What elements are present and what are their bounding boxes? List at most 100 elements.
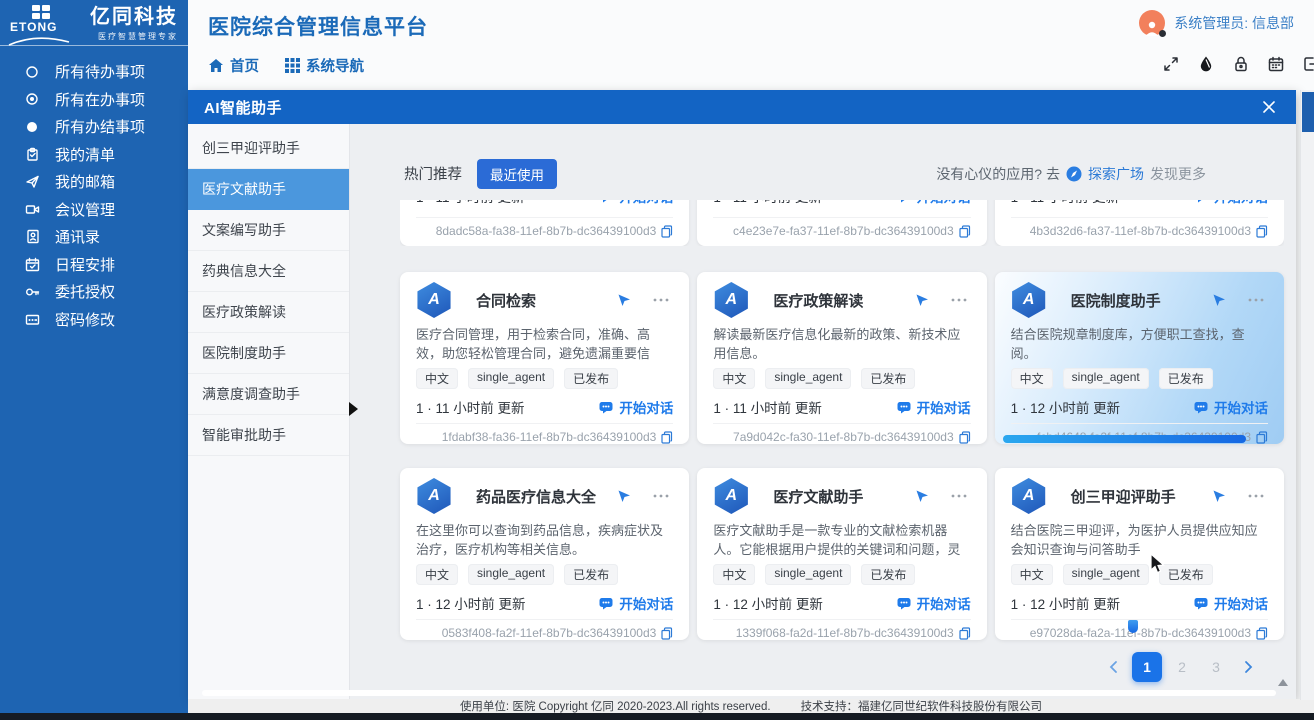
- sidebar-item-my-list[interactable]: 我的清单: [0, 141, 188, 169]
- menu-item-hospital-rules[interactable]: 医院制度助手: [188, 333, 349, 374]
- pagination-prev-icon[interactable]: [1100, 654, 1126, 680]
- start-chat-link[interactable]: 开始对话: [599, 593, 673, 613]
- sidebar-item-done-all[interactable]: 所有办结事项: [0, 113, 188, 141]
- agent-card-partial[interactable]: 1 · 11 小时前 更新 开始对话 8dadc58a-fa38-11ef-8b…: [400, 200, 689, 246]
- lock-icon[interactable]: [1230, 53, 1252, 75]
- agent-card-partial[interactable]: 1 · 11 小时前 更新 开始对话 4b3d32d6-fa37-11ef-8b…: [995, 200, 1284, 246]
- theme-droplet-icon[interactable]: [1195, 53, 1217, 75]
- menu-item-literature[interactable]: 医疗文献助手: [188, 169, 349, 210]
- copy-icon[interactable]: [959, 225, 971, 238]
- more-menu-icon[interactable]: [1248, 298, 1268, 302]
- fullscreen-icon[interactable]: [1160, 53, 1182, 75]
- sidebar-item-my-mail[interactable]: 我的邮箱: [0, 168, 188, 196]
- start-chat-link[interactable]: 开始对话: [897, 593, 971, 613]
- menu-item-sanjia[interactable]: 创三甲迎评助手: [188, 128, 349, 169]
- tag-status: 已发布: [1159, 368, 1213, 389]
- more-menu-icon[interactable]: [951, 494, 971, 498]
- circle-filled-icon: [24, 119, 40, 135]
- copy-icon[interactable]: [959, 431, 971, 444]
- more-menu-icon[interactable]: [653, 494, 673, 498]
- sidebar-item-todo-all[interactable]: 所有待办事项: [0, 58, 188, 86]
- pagination-next-icon[interactable]: [1236, 654, 1262, 680]
- start-chat-link[interactable]: 开始对话: [599, 200, 673, 206]
- publish-cursor-icon[interactable]: [617, 293, 631, 307]
- agent-card-contract-search[interactable]: A 合同检索 医疗合同管理，用于检索合同，准确、高效，助您轻松管理合同，避免遗漏…: [400, 272, 689, 444]
- tag-language: 中文: [1011, 368, 1053, 389]
- logout-icon[interactable]: [1300, 53, 1314, 75]
- tab-recently-used[interactable]: 最近使用: [477, 159, 557, 189]
- agent-card-tags: 中文 single_agent 已发布: [713, 368, 970, 389]
- menu-item-pharmacopeia[interactable]: 药典信息大全: [188, 251, 349, 292]
- copy-icon[interactable]: [959, 627, 971, 640]
- copy-icon[interactable]: [1256, 225, 1268, 238]
- footer-copyright: 使用单位: 医院 Copyright 亿同 2020-2023.All righ…: [460, 698, 771, 714]
- copy-icon[interactable]: [661, 431, 673, 444]
- copy-icon[interactable]: [1256, 431, 1268, 444]
- agent-card-partial[interactable]: 1 · 11 小时前 更新 开始对话 c4e23e7e-fa37-11ef-8b…: [697, 200, 986, 246]
- sidebar-item-meeting[interactable]: 会议管理: [0, 196, 188, 224]
- tab-hot-recommend[interactable]: 热门推荐: [404, 163, 462, 184]
- menu-item-approval[interactable]: 智能审批助手: [188, 415, 349, 456]
- bottom-strip: [0, 713, 1314, 720]
- copy-icon[interactable]: [1256, 627, 1268, 640]
- copy-icon[interactable]: [661, 225, 673, 238]
- tag-agent-type: single_agent: [468, 564, 554, 585]
- pagination-page-1[interactable]: 1: [1132, 652, 1162, 682]
- card-meta: 1 · 12 小时前 更新: [713, 593, 823, 613]
- agent-card-hospital-rules[interactable]: A 医院制度助手 结合医院规章制度库，方便职工查找，查阅。 中文 single_…: [995, 272, 1284, 444]
- tag-agent-type: single_agent: [1063, 564, 1149, 585]
- start-chat-link[interactable]: 开始对话: [1194, 200, 1268, 206]
- agent-card-drug-info[interactable]: A 药品医疗信息大全 在这里你可以查询到药品信息，疾病症状及治疗，医疗机构等相关…: [400, 468, 689, 640]
- paper-plane-icon: [24, 174, 40, 190]
- publish-cursor-icon[interactable]: [617, 489, 631, 503]
- explore-plaza-link[interactable]: 探索广场: [1088, 164, 1144, 184]
- start-chat-link[interactable]: 开始对话: [1194, 593, 1268, 613]
- sidebar-item-inprogress-all[interactable]: 所有在办事项: [0, 86, 188, 114]
- user-box[interactable]: 系统管理员: 信息部: [1139, 10, 1294, 36]
- menu-item-policy[interactable]: 医疗政策解读: [188, 292, 349, 333]
- sidebar-item-delegate[interactable]: 委托授权: [0, 278, 188, 306]
- more-menu-icon[interactable]: [951, 298, 971, 302]
- agent-card-sanjia-review[interactable]: A 创三甲迎评助手 结合医院三甲迎评，为医护人员提供应知应会知识查询与问答助手 …: [995, 468, 1284, 640]
- start-chat-link[interactable]: 开始对话: [599, 397, 673, 417]
- horizontal-scrollbar[interactable]: [202, 690, 1276, 696]
- copy-icon[interactable]: [661, 627, 673, 640]
- nav-home[interactable]: 首页: [208, 55, 259, 76]
- pagination-page-2[interactable]: 2: [1168, 652, 1196, 682]
- menu-item-label: 药典信息大全: [202, 261, 286, 281]
- publish-cursor-icon[interactable]: [915, 293, 929, 307]
- more-menu-icon[interactable]: [653, 298, 673, 302]
- ai-assistant-modal: AI智能助手 创三甲迎评助手 医疗文献助手 文案编写助手 药典信息大全 医疗政策…: [188, 90, 1296, 700]
- sidebar-item-password[interactable]: 密码修改: [0, 306, 188, 334]
- address-book-icon: [24, 229, 40, 245]
- avatar[interactable]: [1139, 10, 1165, 36]
- sidebar-item-contacts[interactable]: 通讯录: [0, 223, 188, 251]
- publish-cursor-icon[interactable]: [1212, 489, 1226, 503]
- calendar-icon[interactable]: [1265, 53, 1287, 75]
- tag-language: 中文: [713, 564, 755, 585]
- publish-cursor-icon[interactable]: [1212, 293, 1226, 307]
- menu-item-satisfaction[interactable]: 满意度调查助手: [188, 374, 349, 415]
- more-menu-icon[interactable]: [1248, 494, 1268, 498]
- vertical-scrollbar[interactable]: [1300, 90, 1314, 700]
- menu-item-label: 满意度调查助手: [202, 384, 300, 404]
- start-chat-label: 开始对话: [917, 200, 971, 206]
- explore-compass-icon: [1066, 166, 1082, 182]
- meeting-camera-icon: [24, 201, 40, 217]
- agent-card-policy-reading[interactable]: A 医疗政策解读 解读最新医疗信息化最新的政策、新技术应用信息。 中文 sing…: [697, 272, 986, 444]
- password-card-icon: [24, 311, 40, 327]
- start-chat-link[interactable]: 开始对话: [897, 397, 971, 417]
- agent-card-desc: 医疗文献助手是一款专业的文献检索机器人。它能根据用户提供的关键词和问题，灵活运用…: [713, 521, 970, 559]
- menu-item-copywriting[interactable]: 文案编写助手: [188, 210, 349, 251]
- pagination-page-3[interactable]: 3: [1202, 652, 1230, 682]
- sidebar-item-schedule[interactable]: 日程安排: [0, 251, 188, 279]
- agent-card-tags: 中文 single_agent 已发布: [713, 564, 970, 585]
- scroll-top-arrow-icon[interactable]: [1278, 679, 1288, 686]
- agent-card-literature[interactable]: A 医疗文献助手 医疗文献助手是一款专业的文献检索机器人。它能根据用户提供的关键…: [697, 468, 986, 640]
- vertical-scrollbar-thumb[interactable]: [1302, 92, 1314, 132]
- close-icon[interactable]: [1262, 100, 1276, 114]
- start-chat-link[interactable]: 开始对话: [897, 200, 971, 206]
- nav-system[interactable]: 系统导航: [285, 55, 364, 76]
- start-chat-link[interactable]: 开始对话: [1194, 397, 1268, 417]
- publish-cursor-icon[interactable]: [915, 489, 929, 503]
